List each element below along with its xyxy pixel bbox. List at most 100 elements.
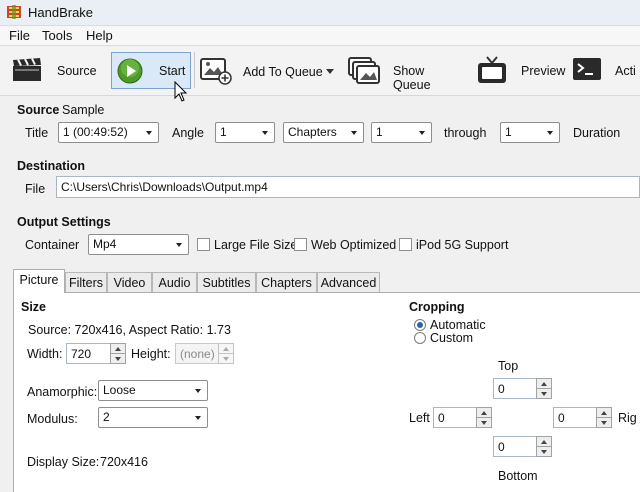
range-mode-value: Chapters	[288, 125, 337, 139]
tab-picture-label: Picture	[19, 273, 59, 287]
large-file-checkbox[interactable]	[197, 238, 210, 251]
handbrake-logo-icon	[7, 5, 21, 19]
web-optimized-checkbox[interactable]	[294, 238, 307, 251]
range-mode-dropdown[interactable]: Chapters	[283, 122, 364, 143]
width-stepper[interactable]: 720	[66, 343, 126, 364]
crop-left-stepper[interactable]: 0	[433, 407, 492, 428]
range-start-value: 1	[376, 125, 383, 139]
play-icon	[117, 58, 143, 84]
range-start-dropdown[interactable]: 1	[371, 122, 432, 143]
crop-left-label: Left	[409, 411, 430, 425]
range-end-dropdown[interactable]: 1	[500, 122, 560, 143]
web-optimized-label: Web Optimized	[311, 238, 397, 252]
modulus-label: Modulus:	[27, 412, 78, 426]
container-label: Container	[25, 238, 80, 252]
title-dropdown[interactable]: 1 (00:49:52)	[58, 122, 159, 143]
tab-chapters-label: Chapters	[261, 276, 312, 290]
large-file-label: Large File Size	[214, 238, 298, 252]
crop-right-stepper[interactable]: 0	[553, 407, 612, 428]
decrement-arrow-icon[interactable]	[218, 353, 234, 364]
decrement-arrow-icon[interactable]	[110, 353, 126, 364]
tab-advanced-label: Advanced	[320, 276, 377, 290]
source-button[interactable]: Source	[8, 52, 98, 90]
cropping-section-title: Cropping	[409, 300, 465, 314]
anamorphic-dropdown[interactable]: Loose	[98, 380, 208, 401]
range-end-value: 1	[505, 125, 512, 139]
container-dropdown-value: Mp4	[93, 237, 117, 251]
decrement-arrow-icon[interactable]	[536, 388, 552, 399]
mouse-cursor-icon	[174, 81, 188, 102]
crop-left-value: 0	[438, 411, 445, 425]
show-queue-label: Show Queue	[393, 64, 431, 92]
anamorphic-value: Loose	[103, 383, 136, 397]
crop-custom-label: Custom	[430, 331, 474, 345]
preview-button[interactable]: Preview	[475, 52, 565, 90]
tab-chapters[interactable]: Chapters	[256, 272, 317, 292]
active-tab-joiner	[14, 291, 64, 293]
chevron-down-icon	[195, 416, 201, 420]
add-to-queue-label: Add To Queue	[243, 65, 323, 79]
chevron-down-icon	[419, 131, 425, 135]
menu-bar: File Tools Help	[0, 26, 640, 46]
crop-right-value: 0	[558, 411, 565, 425]
tab-audio-label: Audio	[158, 276, 191, 290]
decrement-arrow-icon[interactable]	[596, 417, 612, 428]
toolbar-separator	[194, 52, 195, 88]
output-settings-title: Output Settings	[17, 215, 111, 229]
chevron-down-icon	[146, 131, 152, 135]
crop-automatic-radio[interactable]	[414, 319, 426, 331]
ipod-support-label: iPod 5G Support	[416, 238, 509, 252]
angle-dropdown[interactable]: 1	[215, 122, 275, 143]
height-stepper[interactable]: (none)	[175, 343, 234, 364]
add-to-queue-button[interactable]: Add To Queue	[197, 52, 339, 90]
menu-file[interactable]: File	[9, 28, 30, 43]
tab-filters-label: Filters	[68, 276, 104, 290]
anamorphic-label: Anamorphic:	[27, 385, 98, 399]
start-label: Start	[159, 64, 186, 78]
crop-bottom-label: Bottom	[498, 469, 538, 483]
menu-help[interactable]: Help	[86, 28, 113, 43]
crop-top-label: Top	[498, 359, 519, 373]
destination-file-input[interactable]: C:\Users\Chris\Downloads\Output.mp4	[56, 176, 640, 198]
source-section-title: Source	[17, 103, 60, 117]
angle-label: Angle	[172, 126, 204, 140]
crop-top-stepper[interactable]: 0	[493, 378, 552, 399]
tab-filters[interactable]: Filters	[65, 272, 107, 292]
tv-icon	[478, 56, 506, 83]
crop-top-value: 0	[498, 382, 505, 396]
modulus-value: 2	[103, 410, 110, 424]
queue-icon	[348, 57, 380, 84]
window-title: HandBrake	[28, 5, 94, 20]
show-queue-button[interactable]: Show Queue	[346, 52, 464, 92]
modulus-dropdown[interactable]: 2	[98, 407, 208, 428]
width-label: Width:	[27, 347, 63, 361]
source-label: Source	[57, 64, 97, 78]
preview-label: Preview	[521, 64, 566, 78]
activity-log-button[interactable]: Acti	[572, 52, 640, 90]
crop-custom-radio[interactable]	[414, 332, 426, 344]
decrement-arrow-icon[interactable]	[536, 446, 552, 457]
container-dropdown[interactable]: Mp4	[88, 234, 189, 255]
duration-label: Duration	[573, 126, 621, 140]
chevron-down-icon	[262, 131, 268, 135]
decrement-arrow-icon[interactable]	[476, 417, 492, 428]
tab-video[interactable]: Video	[107, 272, 152, 292]
chevron-down-icon	[547, 131, 553, 135]
menu-tools[interactable]: Tools	[42, 28, 72, 43]
title-label: Title	[25, 126, 49, 140]
chevron-down-icon	[351, 131, 357, 135]
chevron-down-icon[interactable]	[326, 69, 334, 74]
tab-video-label: Video	[113, 276, 146, 290]
chevron-down-icon	[176, 243, 182, 247]
ipod-support-checkbox[interactable]	[399, 238, 412, 251]
destination-section-title: Destination	[17, 159, 86, 173]
tab-picture[interactable]: Picture	[13, 269, 65, 293]
tab-audio[interactable]: Audio	[152, 272, 197, 292]
source-name: Sample	[62, 103, 105, 117]
tab-subtitles-label: Subtitles	[202, 276, 251, 290]
file-label: File	[25, 182, 46, 196]
tab-advanced[interactable]: Advanced	[317, 272, 380, 292]
display-size-label: Display Size:	[27, 455, 100, 469]
tab-subtitles[interactable]: Subtitles	[197, 272, 256, 292]
crop-bottom-stepper[interactable]: 0	[493, 436, 552, 457]
